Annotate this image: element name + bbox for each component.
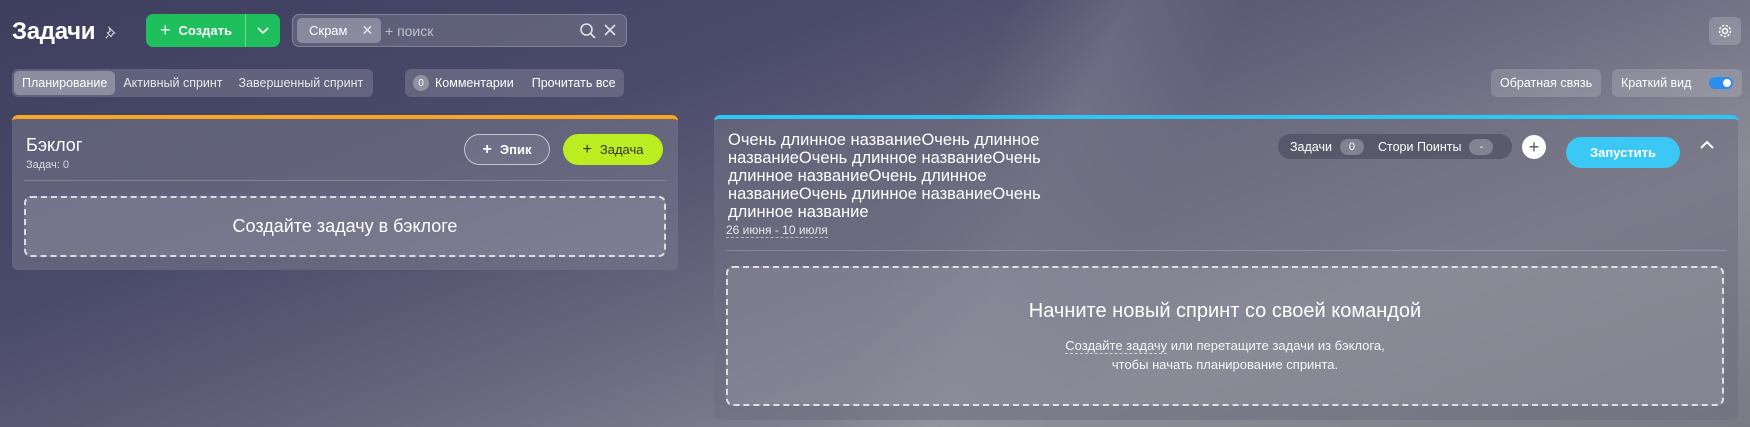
view-tabs: Планирование Активный спринт Завершенный…: [12, 69, 374, 97]
toggle-switch[interactable]: [1709, 77, 1734, 89]
backlog-dropzone[interactable]: Создайте задачу в бэклоге: [24, 196, 666, 257]
tasks-label: Задачи: [1290, 139, 1332, 154]
search-input[interactable]: + поиск: [385, 23, 433, 39]
short-view-label: Краткий вид: [1621, 76, 1692, 90]
plus-icon: +: [482, 140, 492, 158]
sprint-title[interactable]: Очень длинное названиеОчень длинное назв…: [728, 131, 1088, 221]
chevron-up-icon[interactable]: [1699, 137, 1715, 153]
filter-chip-label: Скрам: [309, 23, 348, 38]
pin-icon[interactable]: [104, 26, 118, 40]
close-icon[interactable]: [601, 21, 619, 39]
comments-button[interactable]: Комментарии: [435, 76, 514, 90]
start-sprint-button[interactable]: Запустить: [1566, 137, 1680, 168]
tab-planning[interactable]: Планирование: [14, 71, 116, 95]
backlog-task-count: Задач: 0: [26, 159, 70, 171]
epic-label: Эпик: [499, 142, 532, 157]
backlog-panel: Бэклог Задач: 0 + Эпик + Задача Создайте…: [12, 115, 678, 270]
tab-completed-sprint[interactable]: Завершенный спринт: [231, 71, 372, 95]
gear-icon: [1718, 24, 1732, 38]
backlog-dropzone-text: Создайте задачу в бэклоге: [232, 216, 458, 236]
sprint-dates[interactable]: 26 июня - 10 июля: [726, 223, 828, 238]
create-dropdown-button[interactable]: [246, 26, 280, 35]
add-epic-button[interactable]: + Эпик: [464, 134, 550, 165]
create-main-button[interactable]: + Создать: [146, 14, 246, 47]
dropzone-text-1: или перетащите задачи из бэклога,: [1167, 338, 1385, 353]
story-points-label: Стори Поинты: [1377, 139, 1462, 154]
plus-icon: +: [582, 140, 592, 158]
tasks-count: 0: [1339, 138, 1364, 155]
comments-bar: 0 Комментарии Прочитать все: [405, 69, 624, 97]
add-task-button[interactable]: + Задача: [563, 134, 663, 165]
sprint-panel: Очень длинное названиеОчень длинное назв…: [714, 115, 1738, 420]
create-button[interactable]: + Создать: [146, 14, 280, 47]
short-view-toggle[interactable]: Краткий вид: [1612, 69, 1742, 97]
dropzone-text-2: чтобы начать планирование спринта.: [1111, 357, 1339, 372]
sprint-stats: Задачи 0 Стори Поинты -: [1278, 134, 1512, 159]
story-points-value: -: [1469, 138, 1494, 155]
backlog-title: Бэклог: [26, 135, 83, 155]
sprint-dropzone-title: Начните новый спринт со своей командой: [1028, 300, 1422, 322]
divider: [24, 180, 666, 181]
create-task-link[interactable]: Создайте задачу: [1065, 338, 1168, 354]
read-all-button[interactable]: Прочитать все: [532, 76, 616, 90]
search-box[interactable]: Скрам ✕ + поиск: [292, 14, 627, 47]
search-icon[interactable]: [579, 22, 597, 40]
tab-active-sprint[interactable]: Активный спринт: [115, 71, 230, 95]
divider: [726, 250, 1726, 251]
plus-icon: +: [1528, 136, 1540, 157]
filter-chip[interactable]: Скрам ✕: [297, 18, 382, 43]
task-label: Задача: [599, 142, 644, 157]
sprint-dropzone[interactable]: Начните новый спринт со своей командой С…: [726, 266, 1724, 406]
create-label: Создать: [178, 23, 232, 38]
chevron-down-icon: [257, 26, 269, 34]
comments-count: 0: [413, 75, 429, 91]
settings-button[interactable]: [1709, 17, 1741, 45]
add-sprint-task-button[interactable]: +: [1522, 135, 1546, 159]
page-title: Задачи: [12, 18, 96, 45]
chip-close-icon[interactable]: ✕: [361, 22, 373, 39]
sprint-dropzone-text: Создайте задачу или перетащите задачи из…: [728, 336, 1722, 374]
plus-icon: +: [160, 20, 171, 40]
feedback-button[interactable]: Обратная связь: [1491, 69, 1602, 97]
